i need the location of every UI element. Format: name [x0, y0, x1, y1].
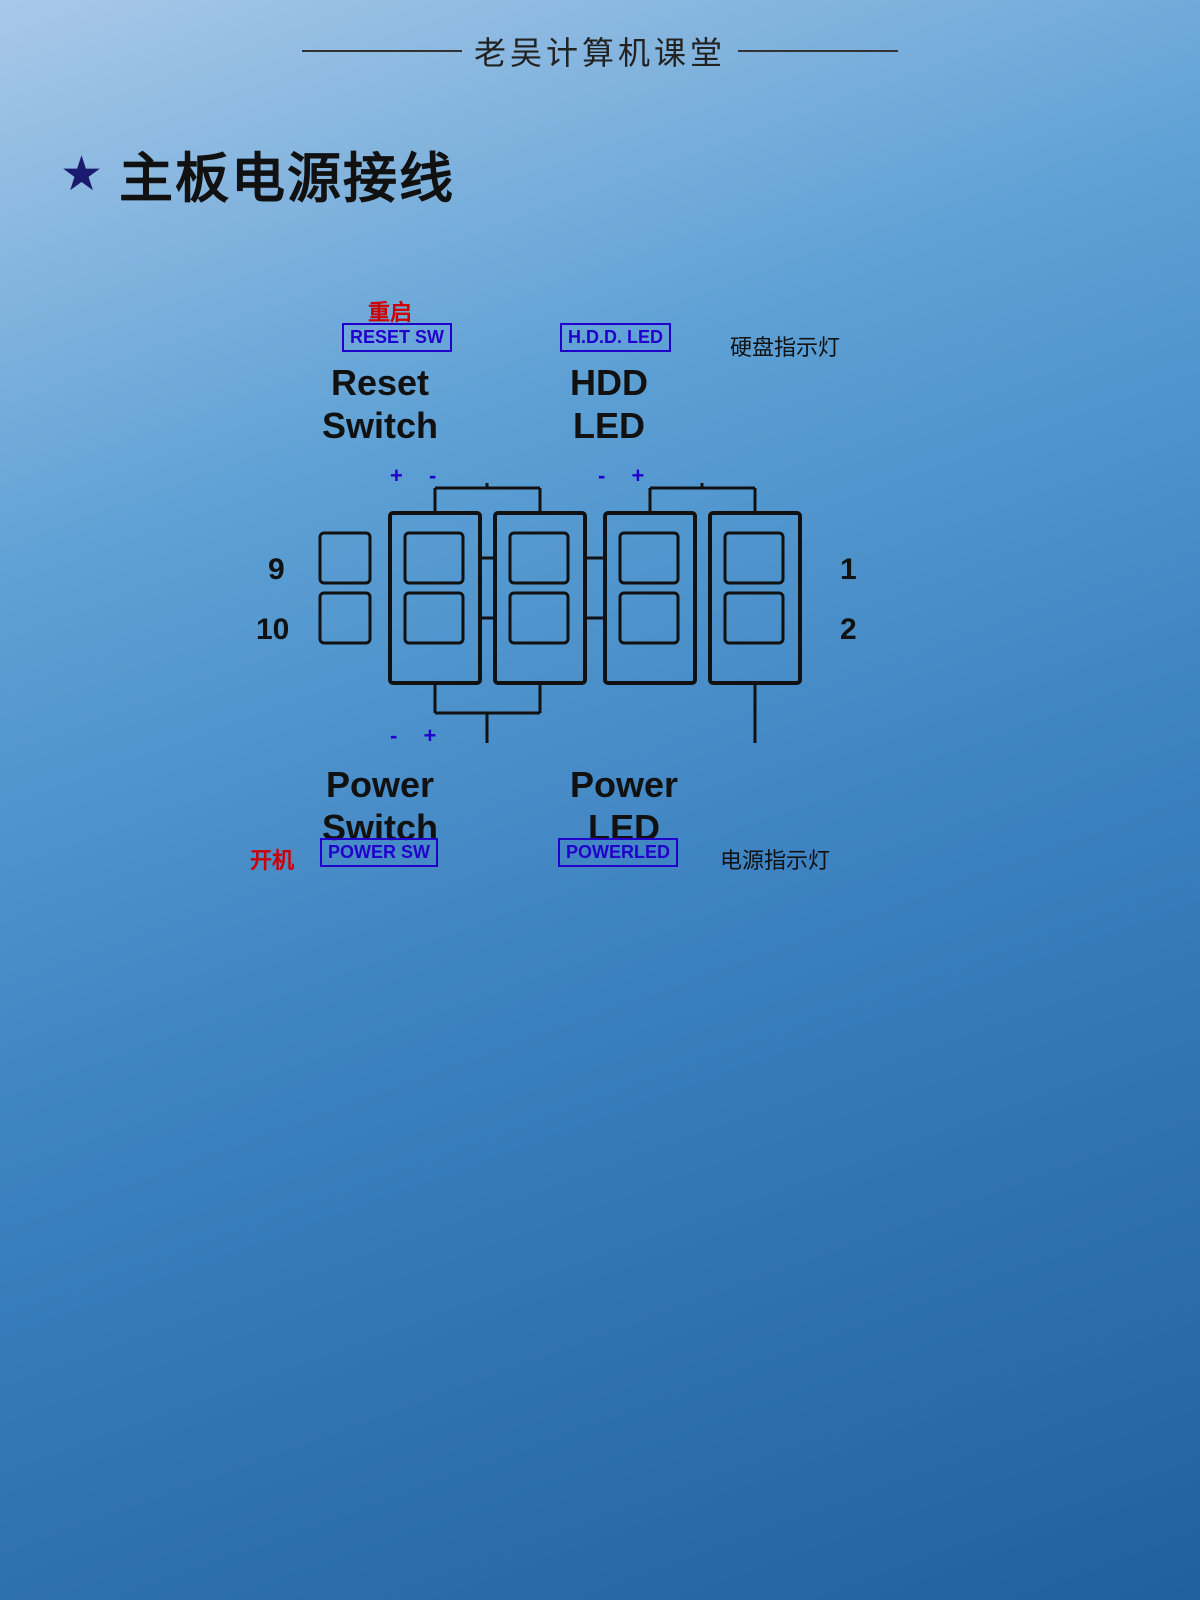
pin-1: 1 [840, 553, 857, 587]
label-power-cn: 电源指示灯 [720, 843, 830, 875]
pin-2: 2 [840, 613, 857, 647]
label-reset-sw: RESET SW [342, 323, 452, 352]
star-icon: ★ [60, 146, 103, 202]
polarity-bottom-power: - + [390, 723, 446, 749]
label-powerled: POWERLED [558, 838, 678, 867]
label-kaiji: 开机 [250, 843, 294, 875]
pin-10: 10 [256, 613, 289, 647]
text-hdd-led: HDD LED [570, 361, 648, 447]
header-line-left [302, 50, 462, 52]
page-title-row: ★ 主板电源接线 [60, 134, 1200, 213]
label-hdd-led: H.D.D. LED [560, 323, 671, 352]
header-line-right [738, 50, 898, 52]
text-power-led: Power LED [570, 763, 678, 849]
text-reset-switch: Reset Switch [322, 361, 438, 447]
connector-diagram [310, 483, 840, 743]
page-title: 主板电源接线 [119, 134, 455, 213]
diagram-container: 重启 RESET SW H.D.D. LED 硬盘指示灯 Reset Switc… [250, 273, 950, 953]
header-title: 老吴计算机课堂 [474, 28, 726, 74]
header: 老吴计算机课堂 [0, 0, 1200, 74]
pin-9: 9 [268, 553, 285, 587]
label-power-sw: POWER SW [320, 838, 438, 867]
text-power-switch: Power Switch [322, 763, 438, 849]
label-harddisk-cn: 硬盘指示灯 [730, 330, 840, 362]
